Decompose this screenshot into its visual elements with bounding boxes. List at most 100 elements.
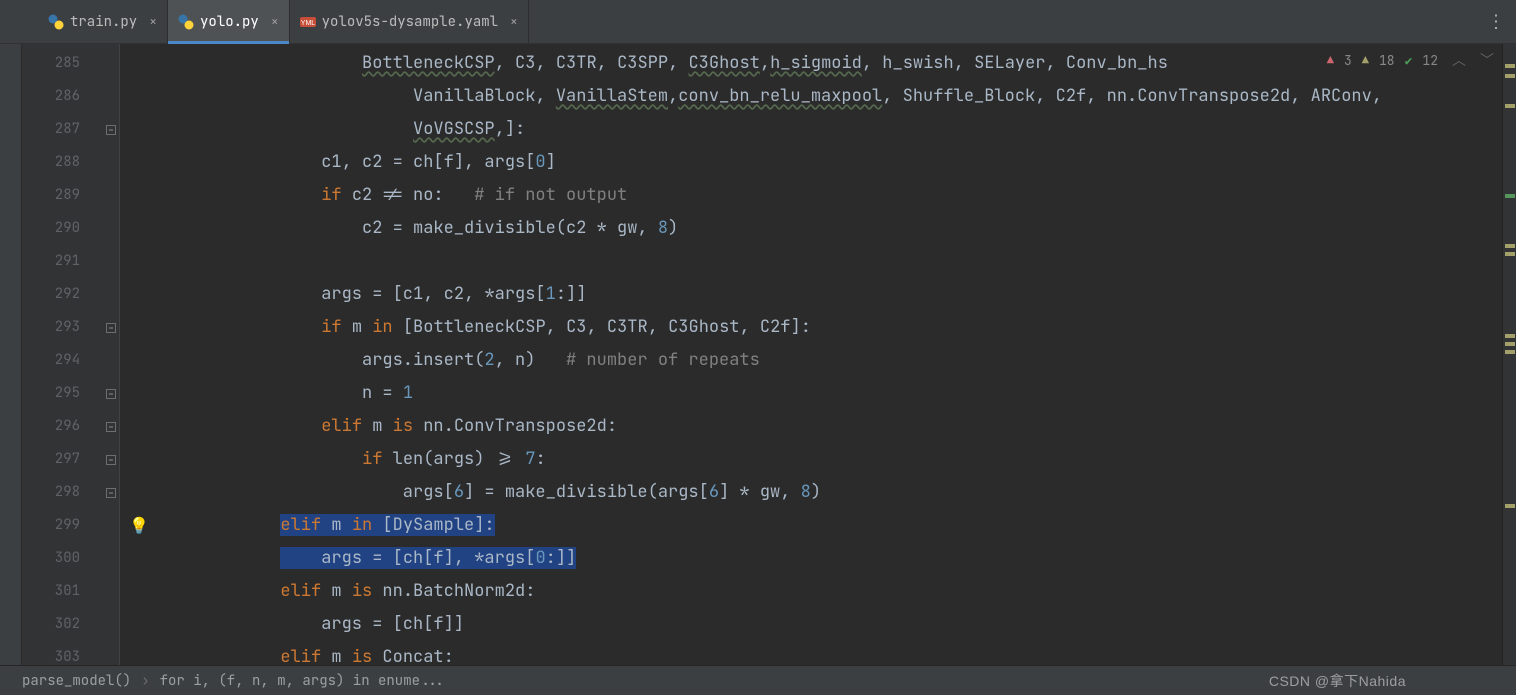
tab-label: train.py xyxy=(70,13,137,31)
code-line[interactable]: args = [c1, c2, *args[1:]] xyxy=(158,278,1502,311)
fold-mark[interactable] xyxy=(102,575,119,608)
close-icon[interactable]: × xyxy=(149,13,157,30)
warning-count: 18 xyxy=(1379,52,1395,69)
gutter-cell xyxy=(120,476,158,509)
line-number: 288 xyxy=(22,146,102,179)
close-icon[interactable]: × xyxy=(271,13,279,30)
python-file-icon xyxy=(48,14,64,30)
ok-count: 12 xyxy=(1422,52,1438,69)
code-line[interactable]: elif m in [DySample]: xyxy=(158,509,1502,542)
code-line[interactable]: elif m is Concat: xyxy=(158,641,1502,665)
code-line[interactable]: c1, c2 = ch[f], args[0] xyxy=(158,146,1502,179)
fold-mark[interactable] xyxy=(102,245,119,278)
close-icon[interactable]: × xyxy=(510,13,518,30)
fold-mark[interactable] xyxy=(102,311,119,344)
gutter-cell xyxy=(120,575,158,608)
svg-text:YML: YML xyxy=(300,20,315,27)
code-line[interactable]: args = [ch[f], *args[0:]] xyxy=(158,542,1502,575)
gutter-cell xyxy=(120,179,158,212)
fold-mark[interactable] xyxy=(102,113,119,146)
line-number: 299 xyxy=(22,509,102,542)
gutter-cell: 💡 xyxy=(120,509,158,542)
gutter-cell xyxy=(120,278,158,311)
gutter-cell xyxy=(120,80,158,113)
tab-yaml[interactable]: YML yolov5s-dysample.yaml × xyxy=(290,0,529,43)
fold-mark[interactable] xyxy=(102,47,119,80)
fold-gutter[interactable] xyxy=(102,44,120,665)
code-area[interactable]: BottleneckCSP, C3, C3TR, C3SPP, C3Ghost,… xyxy=(158,44,1502,665)
fold-mark[interactable] xyxy=(102,476,119,509)
intention-bulb-icon[interactable]: 💡 xyxy=(129,515,149,536)
gutter-cell xyxy=(120,146,158,179)
code-line[interactable]: if c2 != no: # if not output xyxy=(158,179,1502,212)
gutter-cell xyxy=(120,245,158,278)
code-line[interactable]: elif m is nn.ConvTranspose2d: xyxy=(158,410,1502,443)
code-line[interactable]: elif m is nn.BatchNorm2d: xyxy=(158,575,1502,608)
code-line[interactable]: c2 = make_divisible(c2 * gw, 8) xyxy=(158,212,1502,245)
gutter-cell xyxy=(120,542,158,575)
tab-yolo-py[interactable]: yolo.py × xyxy=(168,0,290,43)
line-number: 303 xyxy=(22,641,102,665)
line-number-gutter[interactable]: 2852862872882892902912922932942952962972… xyxy=(22,44,102,665)
code-line[interactable]: args = [ch[f]] xyxy=(158,608,1502,641)
tool-window-stripe xyxy=(0,44,22,665)
fold-mark[interactable] xyxy=(102,542,119,575)
line-number: 296 xyxy=(22,410,102,443)
gutter-cell xyxy=(120,641,158,665)
line-number: 292 xyxy=(22,278,102,311)
code-line[interactable]: args.insert(2, n) # number of repeats xyxy=(158,344,1502,377)
line-number: 301 xyxy=(22,575,102,608)
fold-mark[interactable] xyxy=(102,179,119,212)
error-count: 3 xyxy=(1344,52,1352,69)
code-editor[interactable]: ▲3 ▲18 ✔12 ︿ ﹀ 2852862872882892902912922… xyxy=(22,44,1516,665)
fold-mark[interactable] xyxy=(102,278,119,311)
fold-mark[interactable] xyxy=(102,443,119,476)
inspections-widget[interactable]: ▲3 ▲18 ✔12 ︿ ﹀ xyxy=(1327,50,1494,70)
tabs-more-icon[interactable]: ⋮ xyxy=(1487,10,1506,33)
next-highlight-icon[interactable]: ﹀ xyxy=(1480,50,1494,70)
code-line[interactable]: args[6] = make_divisible(args[6] * gw, 8… xyxy=(158,476,1502,509)
error-icon: ▲ xyxy=(1327,52,1334,68)
fold-mark[interactable] xyxy=(102,212,119,245)
gutter-cell xyxy=(120,311,158,344)
check-icon: ✔ xyxy=(1405,52,1413,69)
code-line[interactable]: VoVGSCSP,]: xyxy=(158,113,1502,146)
line-number: 295 xyxy=(22,377,102,410)
line-number: 302 xyxy=(22,608,102,641)
code-line[interactable] xyxy=(158,245,1502,278)
gutter-cell xyxy=(120,47,158,80)
breadcrumbs[interactable]: parse_model() › for i, (f, n, m, args) i… xyxy=(0,665,1516,695)
line-number: 300 xyxy=(22,542,102,575)
error-stripe[interactable] xyxy=(1502,44,1516,665)
fold-mark[interactable] xyxy=(102,80,119,113)
line-number: 290 xyxy=(22,212,102,245)
fold-mark[interactable] xyxy=(102,344,119,377)
line-number: 298 xyxy=(22,476,102,509)
code-line[interactable]: if m in [BottleneckCSP, C3, C3TR, C3Ghos… xyxy=(158,311,1502,344)
fold-mark[interactable] xyxy=(102,377,119,410)
gutter-cell xyxy=(120,443,158,476)
line-number: 291 xyxy=(22,245,102,278)
breadcrumb-item[interactable]: parse_model() xyxy=(22,672,131,690)
fold-mark[interactable] xyxy=(102,146,119,179)
gutter-cell xyxy=(120,377,158,410)
code-line[interactable]: if len(args) >= 7: xyxy=(158,443,1502,476)
code-line[interactable]: BottleneckCSP, C3, C3TR, C3SPP, C3Ghost,… xyxy=(158,47,1502,80)
gutter-cell xyxy=(120,212,158,245)
tab-train-py[interactable]: train.py × xyxy=(38,0,168,43)
breadcrumb-item[interactable]: for i, (f, n, m, args) in enume... xyxy=(160,672,446,690)
gutter-cell xyxy=(120,344,158,377)
python-file-icon xyxy=(178,14,194,30)
code-line[interactable]: VanillaBlock, VanillaStem,conv_bn_relu_m… xyxy=(158,80,1502,113)
fold-mark[interactable] xyxy=(102,641,119,665)
gutter-cell xyxy=(120,608,158,641)
editor-tabs: train.py × yolo.py × YML yolov5s-dysampl… xyxy=(0,0,1516,44)
prev-highlight-icon[interactable]: ︿ xyxy=(1452,50,1466,70)
line-number: 287 xyxy=(22,113,102,146)
fold-mark[interactable] xyxy=(102,410,119,443)
fold-mark[interactable] xyxy=(102,608,119,641)
line-number: 289 xyxy=(22,179,102,212)
tab-label: yolo.py xyxy=(200,13,259,31)
code-line[interactable]: n = 1 xyxy=(158,377,1502,410)
fold-mark[interactable] xyxy=(102,509,119,542)
